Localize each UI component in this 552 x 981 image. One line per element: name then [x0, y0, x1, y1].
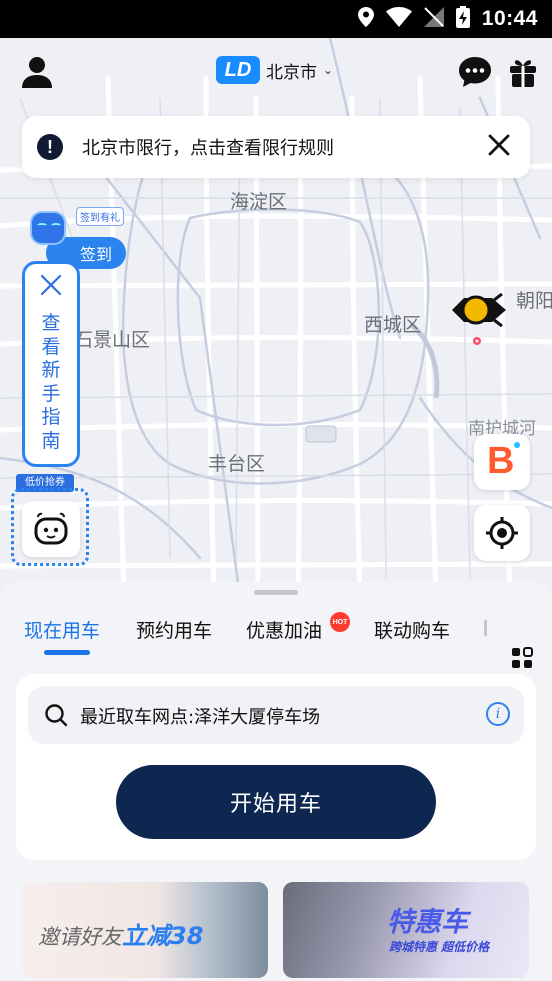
no-sim-icon — [423, 7, 444, 31]
locate-button[interactable] — [474, 505, 530, 561]
tab-overflow-hint — [484, 620, 487, 636]
chevron-down-icon: ⌄ — [323, 63, 334, 77]
invite-prefix: 邀请好友 — [38, 925, 122, 949]
invite-highlight: 立减38 — [122, 922, 204, 950]
special-offer-title: 特惠车 — [387, 907, 468, 938]
notice-text: 北京市限行，点击查看限行规则 — [82, 138, 334, 159]
tab-fuel-discount[interactable]: 优惠加油 — [246, 616, 322, 643]
tab-reserve[interactable]: 预约用车 — [136, 616, 212, 643]
sheet-drag-handle[interactable] — [254, 590, 298, 595]
checkin-tag: 签到有礼 — [76, 207, 124, 226]
close-icon[interactable] — [486, 132, 512, 162]
brand-b-button[interactable]: B — [474, 434, 530, 490]
clock: 10:44 — [481, 7, 538, 30]
hot-badge: HOT — [330, 612, 350, 632]
beginner-guide-panel[interactable]: 查看新手指南 — [22, 261, 80, 467]
message-icon[interactable] — [458, 56, 492, 92]
brand-dot — [514, 442, 520, 448]
city-selector[interactable]: LD 北京市 ⌄ — [216, 56, 333, 84]
crosshair-icon — [486, 517, 518, 553]
special-offer-subtitle: 跨城特惠 超低价格 — [389, 940, 490, 954]
invite-banner-text: 邀请好友立减38 — [38, 916, 203, 951]
alert-icon: ! — [37, 134, 63, 160]
customer-service-button[interactable] — [11, 488, 89, 566]
city-name: 北京市 — [266, 62, 317, 83]
map-label-chaoyang: 朝阳 — [516, 290, 552, 312]
pickup-location-text: 最近取车网点:泽洋大厦停车场 — [80, 707, 321, 728]
wifi-icon — [385, 7, 412, 31]
brand-b-icon: B — [487, 440, 515, 482]
user-profile-icon[interactable] — [22, 56, 52, 92]
robot-mascot-icon — [30, 211, 66, 245]
status-bar: 10:44 — [0, 0, 552, 38]
close-guide-icon[interactable] — [40, 274, 62, 300]
search-icon — [44, 703, 68, 731]
grid-menu-icon[interactable] — [511, 647, 533, 673]
customer-service-icon — [32, 511, 70, 551]
ld-logo-icon: LD — [216, 56, 260, 84]
map-label-xicheng: 西城区 — [364, 314, 422, 336]
tab-use-now[interactable]: 现在用车 — [24, 616, 100, 643]
active-tab-indicator — [44, 650, 90, 655]
tab-car-purchase[interactable]: 联动购车 — [374, 616, 450, 643]
vehicle-marker-icon[interactable] — [450, 288, 508, 338]
location-icon — [357, 7, 374, 31]
map-label-fengtai: 丰台区 — [208, 453, 266, 475]
gift-icon[interactable] — [509, 56, 537, 92]
top-bar: LD 北京市 ⌄ — [0, 38, 552, 108]
special-offer-banner[interactable]: 特惠车 跨城特惠 超低价格 — [283, 882, 529, 978]
restriction-notice[interactable]: ! 北京市限行，点击查看限行规则 — [22, 116, 530, 178]
map-label-shijingshan: 石景山区 — [74, 329, 151, 351]
battery-icon — [455, 6, 470, 32]
guide-label: 查看新手指南 — [41, 312, 61, 452]
bottom-sheet: 现在用车 预约用车 优惠加油 HOT 联动购车 最近取车网点:泽洋大厦停车场 i… — [0, 582, 552, 981]
map-label-haidian: 海淀区 — [230, 191, 288, 213]
rental-card: 最近取车网点:泽洋大厦停车场 i 开始用车 — [16, 674, 536, 860]
info-icon[interactable]: i — [486, 702, 510, 726]
start-rental-button[interactable]: 开始用车 — [116, 765, 436, 839]
pickup-location-field[interactable]: 最近取车网点:泽洋大厦停车场 i — [28, 686, 524, 744]
invite-friends-banner[interactable]: 邀请好友立减38 — [22, 882, 268, 978]
service-tabs: 现在用车 预约用车 优惠加油 HOT 联动购车 — [0, 612, 552, 668]
